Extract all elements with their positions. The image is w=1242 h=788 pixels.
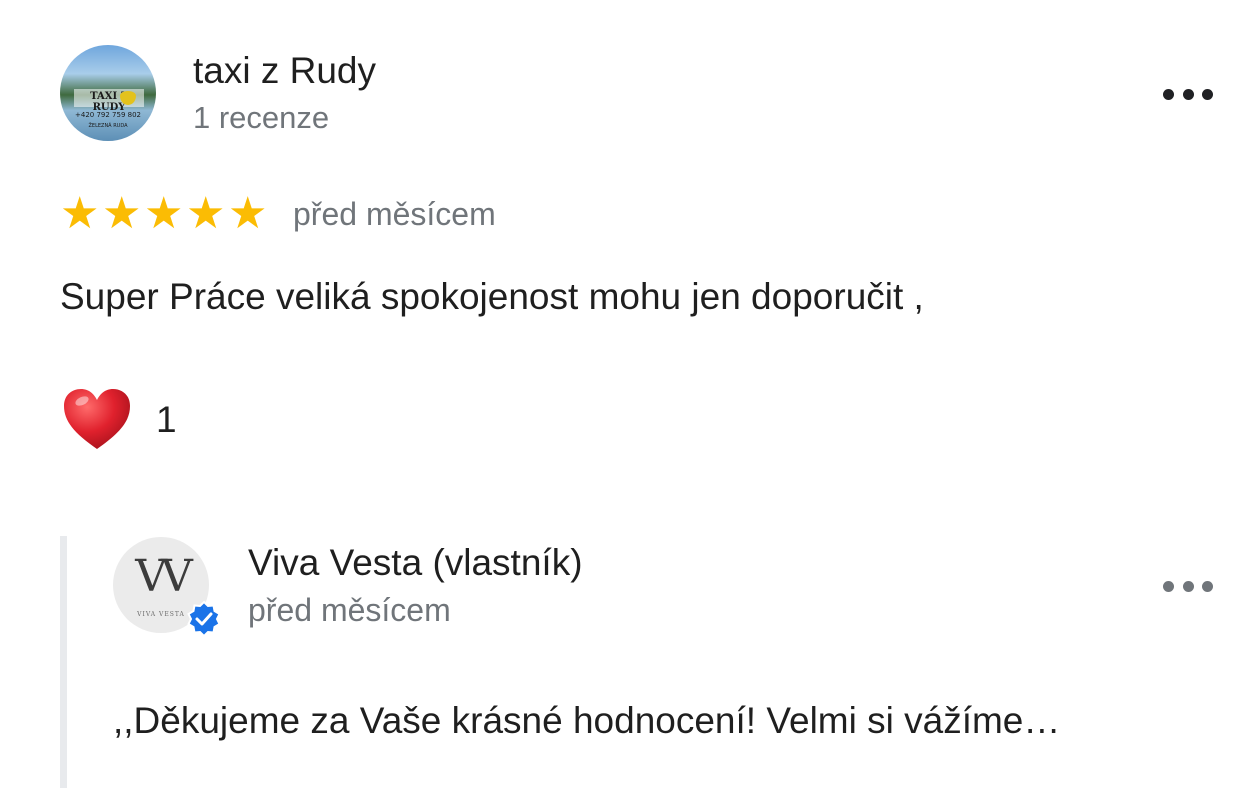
more-dot (1163, 580, 1174, 592)
author-name[interactable]: taxi z Rudy (193, 50, 376, 92)
star-icon: ★ (102, 188, 142, 239)
author-avatar[interactable]: TAXI Z RUDY +420 792 759 802 ŽELEZNÁ RUD… (60, 45, 156, 141)
reply-divider (60, 536, 67, 788)
review-date: před měsícem (293, 196, 496, 232)
more-options-icon[interactable] (1163, 82, 1213, 106)
owner-reply-text[interactable]: ,,Děkujeme za Vaše krásné hodnocení! Vel… (113, 700, 1060, 742)
heart-icon (64, 389, 130, 449)
owner-logo: VV (135, 551, 193, 602)
more-dot (1182, 88, 1194, 100)
more-dot (1163, 88, 1174, 100)
verified-badge-icon (187, 600, 221, 636)
avatar-phone: +420 792 759 802 (75, 111, 141, 119)
star-icon: ★ (144, 188, 184, 239)
star-icon: ★ (186, 188, 226, 239)
reaction-button[interactable]: 1 (62, 385, 177, 455)
author-review-count: 1 recenze (193, 100, 330, 135)
more-dot (1182, 580, 1194, 592)
review-text: Super Práce veliká spokojenost mohu jen … (60, 276, 924, 317)
avatar-place: ŽELEZNÁ RUDA (88, 123, 128, 129)
reply-more-options-icon[interactable] (1163, 574, 1213, 598)
star-rating: ★ ★ ★ ★ ★ (60, 192, 272, 236)
more-dot (1202, 88, 1213, 100)
review-card: TAXI Z RUDY +420 792 759 802 ŽELEZNÁ RUD… (0, 0, 1242, 788)
star-icon: ★ (228, 188, 268, 239)
star-icon: ★ (60, 188, 100, 239)
reaction-count: 1 (156, 399, 177, 440)
more-dot (1202, 580, 1213, 592)
owner-name: Viva Vesta (vlastník) (248, 542, 583, 583)
owner-reply-date: před měsícem (248, 592, 451, 628)
